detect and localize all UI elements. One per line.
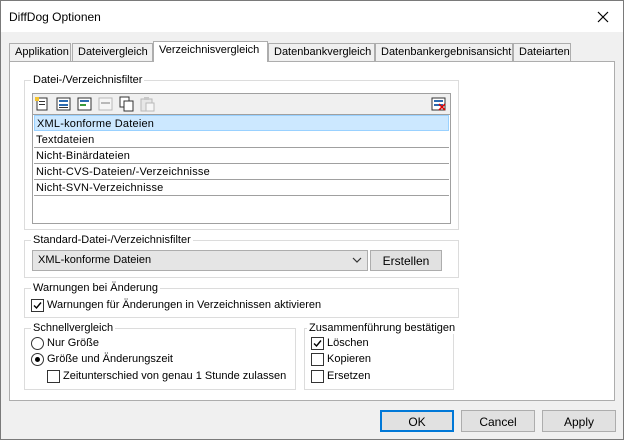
list-item[interactable]: Nicht-Binärdateien [34, 148, 449, 164]
filter-list[interactable]: XML-konforme Dateien Textdateien Nicht-B… [32, 114, 451, 224]
paste-filter-icon[interactable] [139, 96, 157, 112]
list-item[interactable]: Textdateien [34, 132, 449, 148]
standard-filter-select[interactable]: XML-konforme Dateien [32, 250, 368, 271]
delete-filter-icon[interactable] [97, 96, 115, 112]
delete-label[interactable]: Löschen [327, 337, 369, 349]
list-item[interactable]: Nicht-SVN-Verzeichnisse [34, 180, 449, 196]
cancel-button[interactable]: Cancel [461, 410, 535, 432]
time-diff-label[interactable]: Zeitunterschied von genau 1 Stunde zulas… [63, 370, 286, 382]
quick-compare-legend: Schnellvergleich [31, 322, 116, 334]
title-bar: DiffDog Optionen [1, 1, 623, 32]
size-and-time-radio[interactable] [31, 353, 44, 366]
filter-toolbar [32, 93, 451, 114]
edit-filter-icon[interactable] [76, 96, 94, 112]
tab-dateivergleich[interactable]: Dateivergleich [72, 43, 153, 61]
check-icon [33, 302, 42, 310]
delete-checkbox[interactable] [311, 337, 324, 350]
list-item[interactable]: XML-konforme Dateien [34, 115, 449, 131]
tab-applikation[interactable]: Applikation [9, 43, 71, 61]
warnings-legend: Warnungen bei Änderung [31, 282, 160, 294]
check-icon [313, 340, 322, 348]
insert-filter-icon[interactable] [55, 96, 73, 112]
reset-filters-icon[interactable] [430, 96, 448, 112]
apply-button[interactable]: Apply [542, 410, 616, 432]
size-only-label[interactable]: Nur Größe [47, 337, 99, 349]
replace-label[interactable]: Ersetzen [327, 370, 370, 382]
time-diff-checkbox[interactable] [47, 370, 60, 383]
standard-filter-legend: Standard-Datei-/Verzeichnisfilter [31, 234, 193, 246]
warnings-checkbox[interactable] [31, 299, 44, 312]
replace-checkbox[interactable] [311, 370, 324, 383]
copy-filter-icon[interactable] [118, 96, 136, 112]
create-button[interactable]: Erstellen [370, 250, 442, 271]
list-item[interactable]: Nicht-CVS-Dateien/-Verzeichnisse [34, 164, 449, 180]
radio-dot [35, 357, 40, 362]
filter-group-legend: Datei-/Verzeichnisfilter [31, 74, 145, 86]
tab-dateiarten[interactable]: Dateiarten [513, 43, 571, 61]
standard-filter-value: XML-konforme Dateien [38, 254, 152, 266]
window-title: DiffDog Optionen [9, 10, 101, 24]
options-dialog: DiffDog Optionen Applikation Dateivergle… [0, 0, 624, 440]
close-button[interactable] [583, 1, 623, 32]
tab-panel-verzeichnisvergleich: Datei-/Verzeichnisfilter XML-konforme Da… [9, 61, 615, 401]
tab-verzeichnisvergleich[interactable]: Verzeichnisvergleich [153, 41, 268, 62]
tab-datenbankvergleich[interactable]: Datenbankvergleich [268, 43, 375, 61]
copy-label[interactable]: Kopieren [327, 353, 371, 365]
ok-button[interactable]: OK [380, 410, 454, 432]
copy-checkbox[interactable] [311, 353, 324, 366]
chevron-down-icon [352, 257, 362, 263]
close-icon [597, 11, 609, 22]
size-only-radio[interactable] [31, 337, 44, 350]
tab-datenbankergebnisansicht[interactable]: Datenbankergebnisansicht [375, 43, 513, 61]
warnings-checkbox-label[interactable]: Warnungen für Änderungen in Verzeichniss… [47, 299, 321, 311]
size-and-time-label[interactable]: Größe und Änderungszeit [47, 353, 173, 365]
new-filter-icon[interactable] [34, 96, 52, 112]
confirm-merge-legend: Zusammenführung bestätigen [307, 322, 458, 334]
